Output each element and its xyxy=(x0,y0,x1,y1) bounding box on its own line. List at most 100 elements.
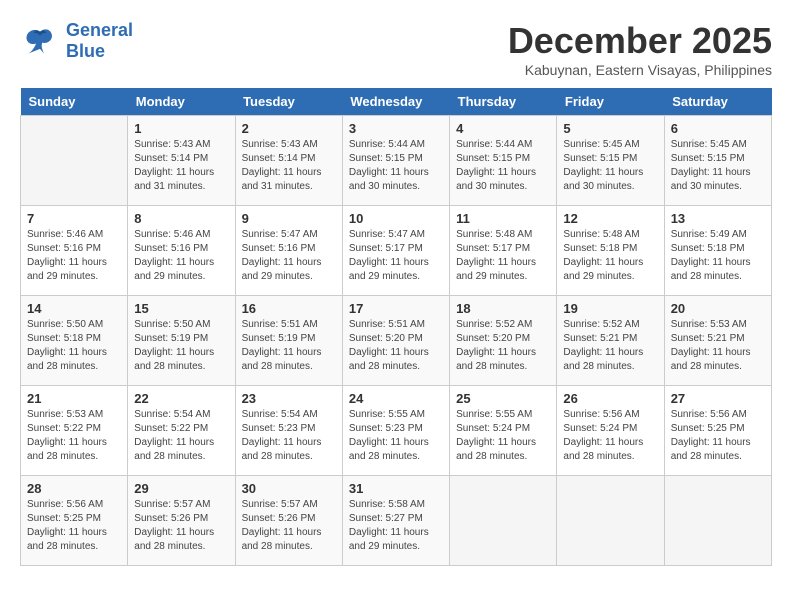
cell-sun-info: Sunrise: 5:52 AMSunset: 5:20 PMDaylight:… xyxy=(456,318,550,374)
calendar-cell: 25Sunrise: 5:55 AMSunset: 5:24 PMDayligh… xyxy=(450,386,557,476)
calendar-cell: 14 Sunrise: 5:50 AMSunset: 5:18 PMDayligh… xyxy=(21,296,128,386)
day-number: 22 xyxy=(134,391,228,406)
calendar-cell: 30Sunrise: 5:57 AMSunset: 5:26 PMDayligh… xyxy=(235,476,342,566)
logo-text: General Blue xyxy=(66,20,133,62)
cell-sun-info: Sunrise: 5:51 AMSunset: 5:20 PMDaylight:… xyxy=(349,318,443,374)
calendar-cell: 6 Sunrise: 5:45 AMSunset: 5:15 PMDaylight… xyxy=(664,116,771,206)
cell-sun-info: Sunrise: 5:50 AMSunset: 5:18 PMDaylight:… xyxy=(27,318,121,374)
day-number: 14 xyxy=(27,301,121,316)
calendar-cell: 15 Sunrise: 5:50 AMSunset: 5:19 PMDayligh… xyxy=(128,296,235,386)
day-number: 8 xyxy=(134,211,228,226)
calendar-cell: 10Sunrise: 5:47 AMSunset: 5:17 PMDayligh… xyxy=(342,206,449,296)
calendar-cell: 3 Sunrise: 5:44 AMSunset: 5:15 PMDaylight… xyxy=(342,116,449,206)
day-number: 12 xyxy=(563,211,657,226)
calendar-body: 1 Sunrise: 5:43 AMSunset: 5:14 PMDaylight… xyxy=(21,116,772,566)
weekday-header-sunday: Sunday xyxy=(21,88,128,116)
day-number: 23 xyxy=(242,391,336,406)
calendar-cell xyxy=(557,476,664,566)
day-number: 17 xyxy=(349,301,443,316)
cell-sun-info: Sunrise: 5:53 AMSunset: 5:22 PMDaylight:… xyxy=(27,408,121,464)
day-number: 31 xyxy=(349,481,443,496)
weekday-header-tuesday: Tuesday xyxy=(235,88,342,116)
calendar-cell xyxy=(21,116,128,206)
logo: General Blue xyxy=(20,20,133,62)
calendar-cell: 16Sunrise: 5:51 AMSunset: 5:19 PMDayligh… xyxy=(235,296,342,386)
cell-sun-info: Sunrise: 5:55 AMSunset: 5:23 PMDaylight:… xyxy=(349,408,443,464)
day-number: 28 xyxy=(27,481,121,496)
cell-sun-info: Sunrise: 5:44 AMSunset: 5:15 PMDaylight:… xyxy=(456,138,550,194)
calendar-cell: 28 Sunrise: 5:56 AMSunset: 5:25 PMDayligh… xyxy=(21,476,128,566)
calendar-cell: 20 Sunrise: 5:53 AMSunset: 5:21 PMDayligh… xyxy=(664,296,771,386)
header: General Blue December 2025 Kabuynan, Eas… xyxy=(20,20,772,78)
calendar-cell: 22 Sunrise: 5:54 AMSunset: 5:22 PMDayligh… xyxy=(128,386,235,476)
calendar-cell: 27Sunrise: 5:56 AMSunset: 5:25 PMDayligh… xyxy=(664,386,771,476)
cell-sun-info: Sunrise: 5:48 AMSunset: 5:17 PMDaylight:… xyxy=(456,228,550,284)
cell-sun-info: Sunrise: 5:57 AMSunset: 5:26 PMDaylight:… xyxy=(134,498,228,554)
cell-sun-info: Sunrise: 5:56 AMSunset: 5:24 PMDaylight:… xyxy=(563,408,657,464)
cell-sun-info: Sunrise: 5:58 AMSunset: 5:27 PMDaylight:… xyxy=(349,498,443,554)
calendar-cell: 17 Sunrise: 5:51 AMSunset: 5:20 PMDayligh… xyxy=(342,296,449,386)
day-number: 26 xyxy=(563,391,657,406)
calendar-week-row: 1 Sunrise: 5:43 AMSunset: 5:14 PMDaylight… xyxy=(21,116,772,206)
day-number: 30 xyxy=(242,481,336,496)
day-number: 15 xyxy=(134,301,228,316)
day-number: 6 xyxy=(671,121,765,136)
day-number: 25 xyxy=(456,391,550,406)
day-number: 27 xyxy=(671,391,765,406)
cell-sun-info: Sunrise: 5:54 AMSunset: 5:22 PMDaylight:… xyxy=(134,408,228,464)
cell-sun-info: Sunrise: 5:53 AMSunset: 5:21 PMDaylight:… xyxy=(671,318,765,374)
cell-sun-info: Sunrise: 5:51 AMSunset: 5:19 PMDaylight:… xyxy=(242,318,336,374)
weekday-header-wednesday: Wednesday xyxy=(342,88,449,116)
day-number: 9 xyxy=(242,211,336,226)
calendar-cell: 23 Sunrise: 5:54 AMSunset: 5:23 PMDayligh… xyxy=(235,386,342,476)
day-number: 7 xyxy=(27,211,121,226)
calendar-cell: 8 Sunrise: 5:46 AMSunset: 5:16 PMDaylight… xyxy=(128,206,235,296)
cell-sun-info: Sunrise: 5:47 AMSunset: 5:17 PMDaylight:… xyxy=(349,228,443,284)
day-number: 5 xyxy=(563,121,657,136)
calendar-cell: 1 Sunrise: 5:43 AMSunset: 5:14 PMDaylight… xyxy=(128,116,235,206)
cell-sun-info: Sunrise: 5:45 AMSunset: 5:15 PMDaylight:… xyxy=(563,138,657,194)
day-number: 21 xyxy=(27,391,121,406)
calendar-cell: 21 Sunrise: 5:53 AMSunset: 5:22 PMDayligh… xyxy=(21,386,128,476)
day-number: 11 xyxy=(456,211,550,226)
day-number: 1 xyxy=(134,121,228,136)
calendar-week-row: 14 Sunrise: 5:50 AMSunset: 5:18 PMDayligh… xyxy=(21,296,772,386)
calendar-cell: 31 Sunrise: 5:58 AMSunset: 5:27 PMDayligh… xyxy=(342,476,449,566)
calendar-header-row: SundayMondayTuesdayWednesdayThursdayFrid… xyxy=(21,88,772,116)
calendar-cell: 4 Sunrise: 5:44 AMSunset: 5:15 PMDaylight… xyxy=(450,116,557,206)
calendar-cell: 18Sunrise: 5:52 AMSunset: 5:20 PMDayligh… xyxy=(450,296,557,386)
cell-sun-info: Sunrise: 5:54 AMSunset: 5:23 PMDaylight:… xyxy=(242,408,336,464)
weekday-header-friday: Friday xyxy=(557,88,664,116)
cell-sun-info: Sunrise: 5:49 AMSunset: 5:18 PMDaylight:… xyxy=(671,228,765,284)
cell-sun-info: Sunrise: 5:48 AMSunset: 5:18 PMDaylight:… xyxy=(563,228,657,284)
cell-sun-info: Sunrise: 5:52 AMSunset: 5:21 PMDaylight:… xyxy=(563,318,657,374)
cell-sun-info: Sunrise: 5:45 AMSunset: 5:15 PMDaylight:… xyxy=(671,138,765,194)
cell-sun-info: Sunrise: 5:46 AMSunset: 5:16 PMDaylight:… xyxy=(134,228,228,284)
cell-sun-info: Sunrise: 5:50 AMSunset: 5:19 PMDaylight:… xyxy=(134,318,228,374)
calendar-cell: 24Sunrise: 5:55 AMSunset: 5:23 PMDayligh… xyxy=(342,386,449,476)
title-section: December 2025 Kabuynan, Eastern Visayas,… xyxy=(508,20,772,78)
day-number: 13 xyxy=(671,211,765,226)
day-number: 4 xyxy=(456,121,550,136)
calendar-week-row: 21 Sunrise: 5:53 AMSunset: 5:22 PMDayligh… xyxy=(21,386,772,476)
calendar-cell: 29Sunrise: 5:57 AMSunset: 5:26 PMDayligh… xyxy=(128,476,235,566)
calendar-cell xyxy=(450,476,557,566)
cell-sun-info: Sunrise: 5:43 AMSunset: 5:14 PMDaylight:… xyxy=(134,138,228,194)
logo-icon xyxy=(20,24,60,59)
cell-sun-info: Sunrise: 5:43 AMSunset: 5:14 PMDaylight:… xyxy=(242,138,336,194)
calendar-table: SundayMondayTuesdayWednesdayThursdayFrid… xyxy=(20,88,772,566)
calendar-cell: 13 Sunrise: 5:49 AMSunset: 5:18 PMDayligh… xyxy=(664,206,771,296)
cell-sun-info: Sunrise: 5:46 AMSunset: 5:16 PMDaylight:… xyxy=(27,228,121,284)
weekday-header-thursday: Thursday xyxy=(450,88,557,116)
calendar-cell: 26 Sunrise: 5:56 AMSunset: 5:24 PMDayligh… xyxy=(557,386,664,476)
month-year-title: December 2025 xyxy=(508,20,772,62)
weekday-header-saturday: Saturday xyxy=(664,88,771,116)
cell-sun-info: Sunrise: 5:56 AMSunset: 5:25 PMDaylight:… xyxy=(27,498,121,554)
calendar-cell: 9Sunrise: 5:47 AMSunset: 5:16 PMDaylight… xyxy=(235,206,342,296)
calendar-cell xyxy=(664,476,771,566)
day-number: 20 xyxy=(671,301,765,316)
day-number: 3 xyxy=(349,121,443,136)
calendar-cell: 11 Sunrise: 5:48 AMSunset: 5:17 PMDayligh… xyxy=(450,206,557,296)
weekday-header-monday: Monday xyxy=(128,88,235,116)
cell-sun-info: Sunrise: 5:44 AMSunset: 5:15 PMDaylight:… xyxy=(349,138,443,194)
